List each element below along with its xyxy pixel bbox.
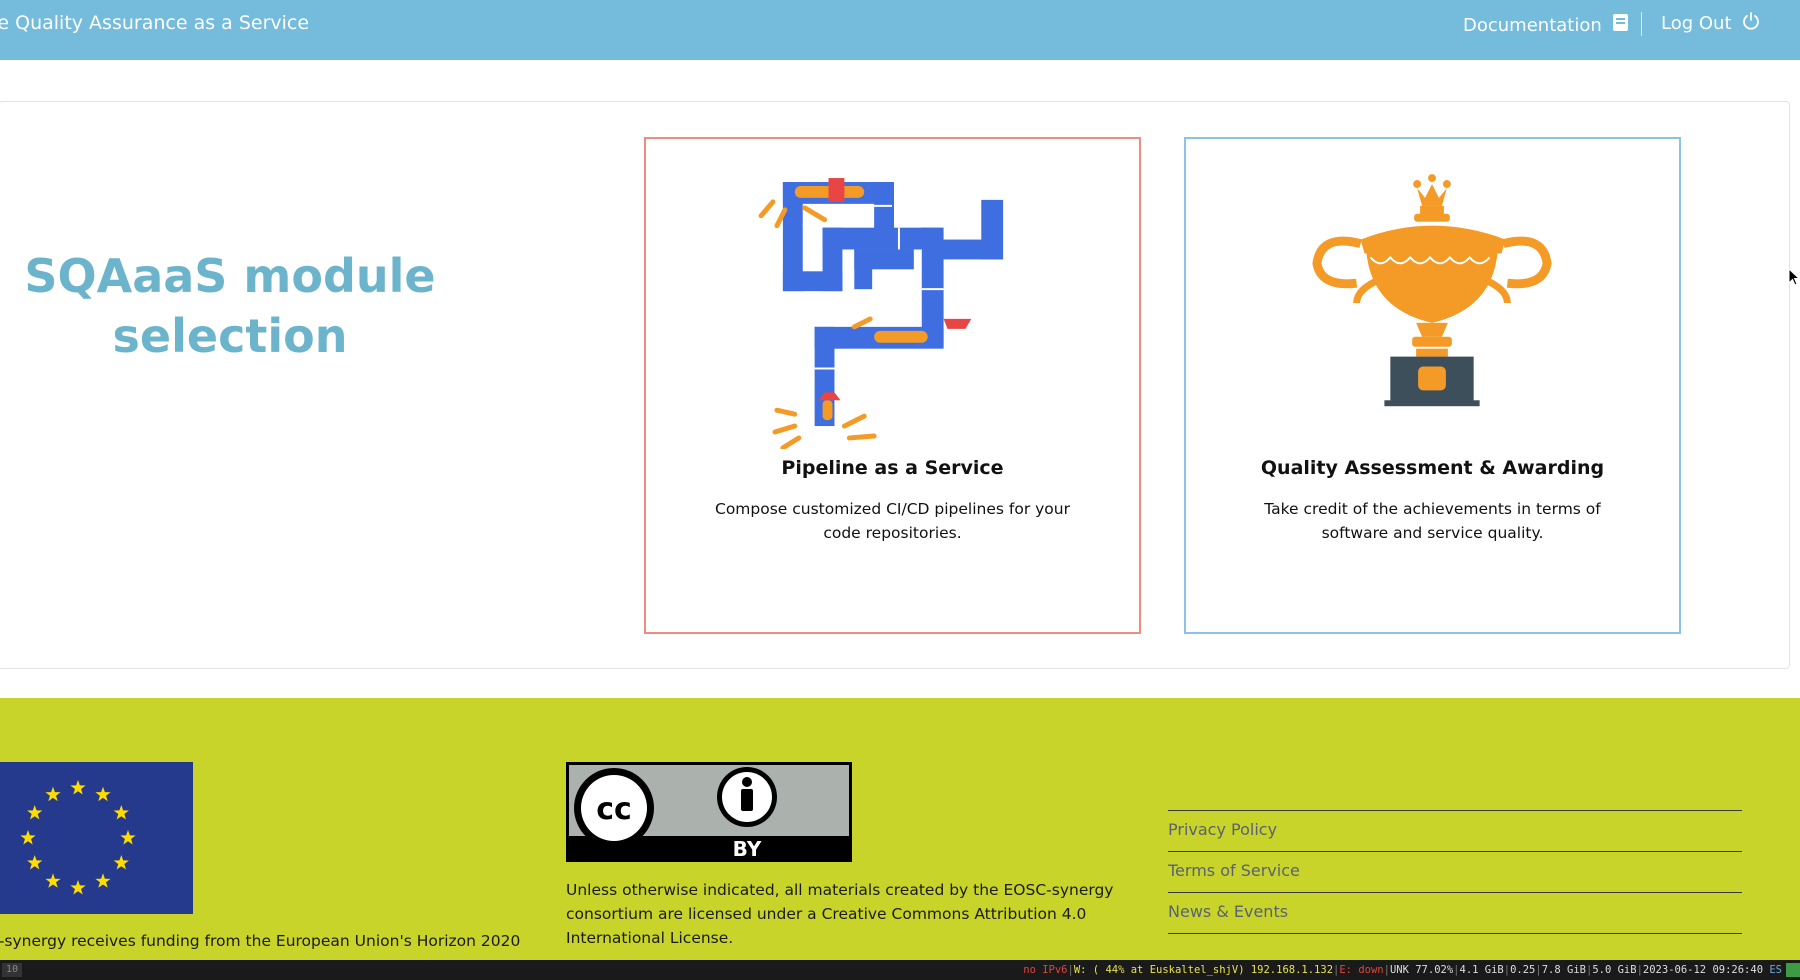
footer: C-synergy receives funding from the Euro… bbox=[0, 698, 1800, 960]
memory-status: 7.8 GiB bbox=[1541, 964, 1586, 976]
terms-of-service-link[interactable]: Terms of Service bbox=[1168, 851, 1742, 892]
privacy-policy-link[interactable]: Privacy Policy bbox=[1168, 810, 1742, 851]
footer-links: Privacy Policy Terms of Service News & E… bbox=[1168, 810, 1742, 934]
eu-star bbox=[70, 880, 86, 895]
logout-link[interactable]: Log Out bbox=[1661, 12, 1760, 35]
license-text: Unless otherwise indicated, all material… bbox=[566, 881, 1114, 947]
card-description: Compose customized CI/CD pipelines for y… bbox=[715, 500, 1070, 542]
eu-star bbox=[27, 855, 43, 870]
eu-star bbox=[120, 830, 136, 845]
status-items: no IPv6|W: ( 44% at Euskaltel_shjV) 192.… bbox=[1023, 964, 1782, 976]
eu-star bbox=[20, 830, 36, 845]
card-title: Quality Assessment & Awarding bbox=[1260, 457, 1605, 479]
card-pipeline-as-a-service[interactable]: Pipeline as a Service Compose customized… bbox=[644, 137, 1141, 634]
card-title: Pipeline as a Service bbox=[781, 457, 1004, 479]
page-title: SQAaaS module selection bbox=[24, 249, 436, 363]
wifi-status: W: ( 44% at Euskaltel_shjV) 192.168.1.13… bbox=[1073, 964, 1334, 976]
system-status-bar: 10 no IPv6|W: ( 44% at Euskaltel_shjV) 1… bbox=[0, 960, 1800, 980]
battery-status: UNK 77.02% bbox=[1389, 964, 1454, 976]
card-quality-assessment[interactable]: Quality Assessment & Awarding Take credi… bbox=[1184, 137, 1681, 634]
cc-by-license-badge[interactable]: cc BY bbox=[566, 762, 852, 862]
load-status: 0.25 bbox=[1510, 964, 1536, 976]
eu-funding-text: C-synergy receives funding from the Euro… bbox=[0, 932, 521, 950]
documentation-link[interactable]: Documentation bbox=[1463, 13, 1629, 37]
cc-by-label: BY bbox=[733, 837, 762, 861]
card-description: Take credit of the achievements in terms… bbox=[1264, 500, 1601, 542]
documentation-label: Documentation bbox=[1463, 14, 1602, 36]
disk-status: 4.1 GiB bbox=[1459, 964, 1504, 976]
eu-star bbox=[113, 805, 129, 820]
swap-status: 5.0 GiB bbox=[1592, 964, 1637, 976]
book-icon bbox=[1612, 13, 1629, 37]
power-icon bbox=[1742, 12, 1760, 35]
brand-title[interactable]: re Quality Assurance as a Service bbox=[0, 12, 309, 34]
top-navbar: re Quality Assurance as a Service Docume… bbox=[0, 0, 1800, 60]
eu-flag-icon bbox=[0, 762, 193, 914]
keyboard-layout: ES bbox=[1769, 964, 1782, 976]
news-events-link[interactable]: News & Events bbox=[1168, 892, 1742, 934]
eu-star bbox=[70, 780, 86, 795]
eu-star bbox=[113, 855, 129, 870]
tray-icon[interactable] bbox=[1786, 963, 1800, 977]
clock: 2023-06-12 09:26:40 bbox=[1642, 964, 1764, 976]
pipeline-illustration-icon bbox=[758, 178, 1004, 449]
mouse-cursor-icon bbox=[1788, 268, 1800, 286]
ethernet-status: E: down bbox=[1339, 964, 1384, 976]
eu-star bbox=[95, 786, 111, 802]
logout-label: Log Out bbox=[1661, 13, 1732, 34]
workspace-indicator[interactable]: 10 bbox=[2, 963, 23, 977]
ipv6-status: no IPv6 bbox=[1023, 964, 1068, 976]
trophy-illustration-icon bbox=[1312, 174, 1552, 407]
eu-star bbox=[45, 873, 61, 888]
nav-divider bbox=[1641, 12, 1642, 36]
eu-star bbox=[45, 786, 61, 802]
svg-text:cc: cc bbox=[596, 792, 632, 827]
eu-star bbox=[95, 873, 111, 888]
eu-star bbox=[27, 805, 43, 820]
